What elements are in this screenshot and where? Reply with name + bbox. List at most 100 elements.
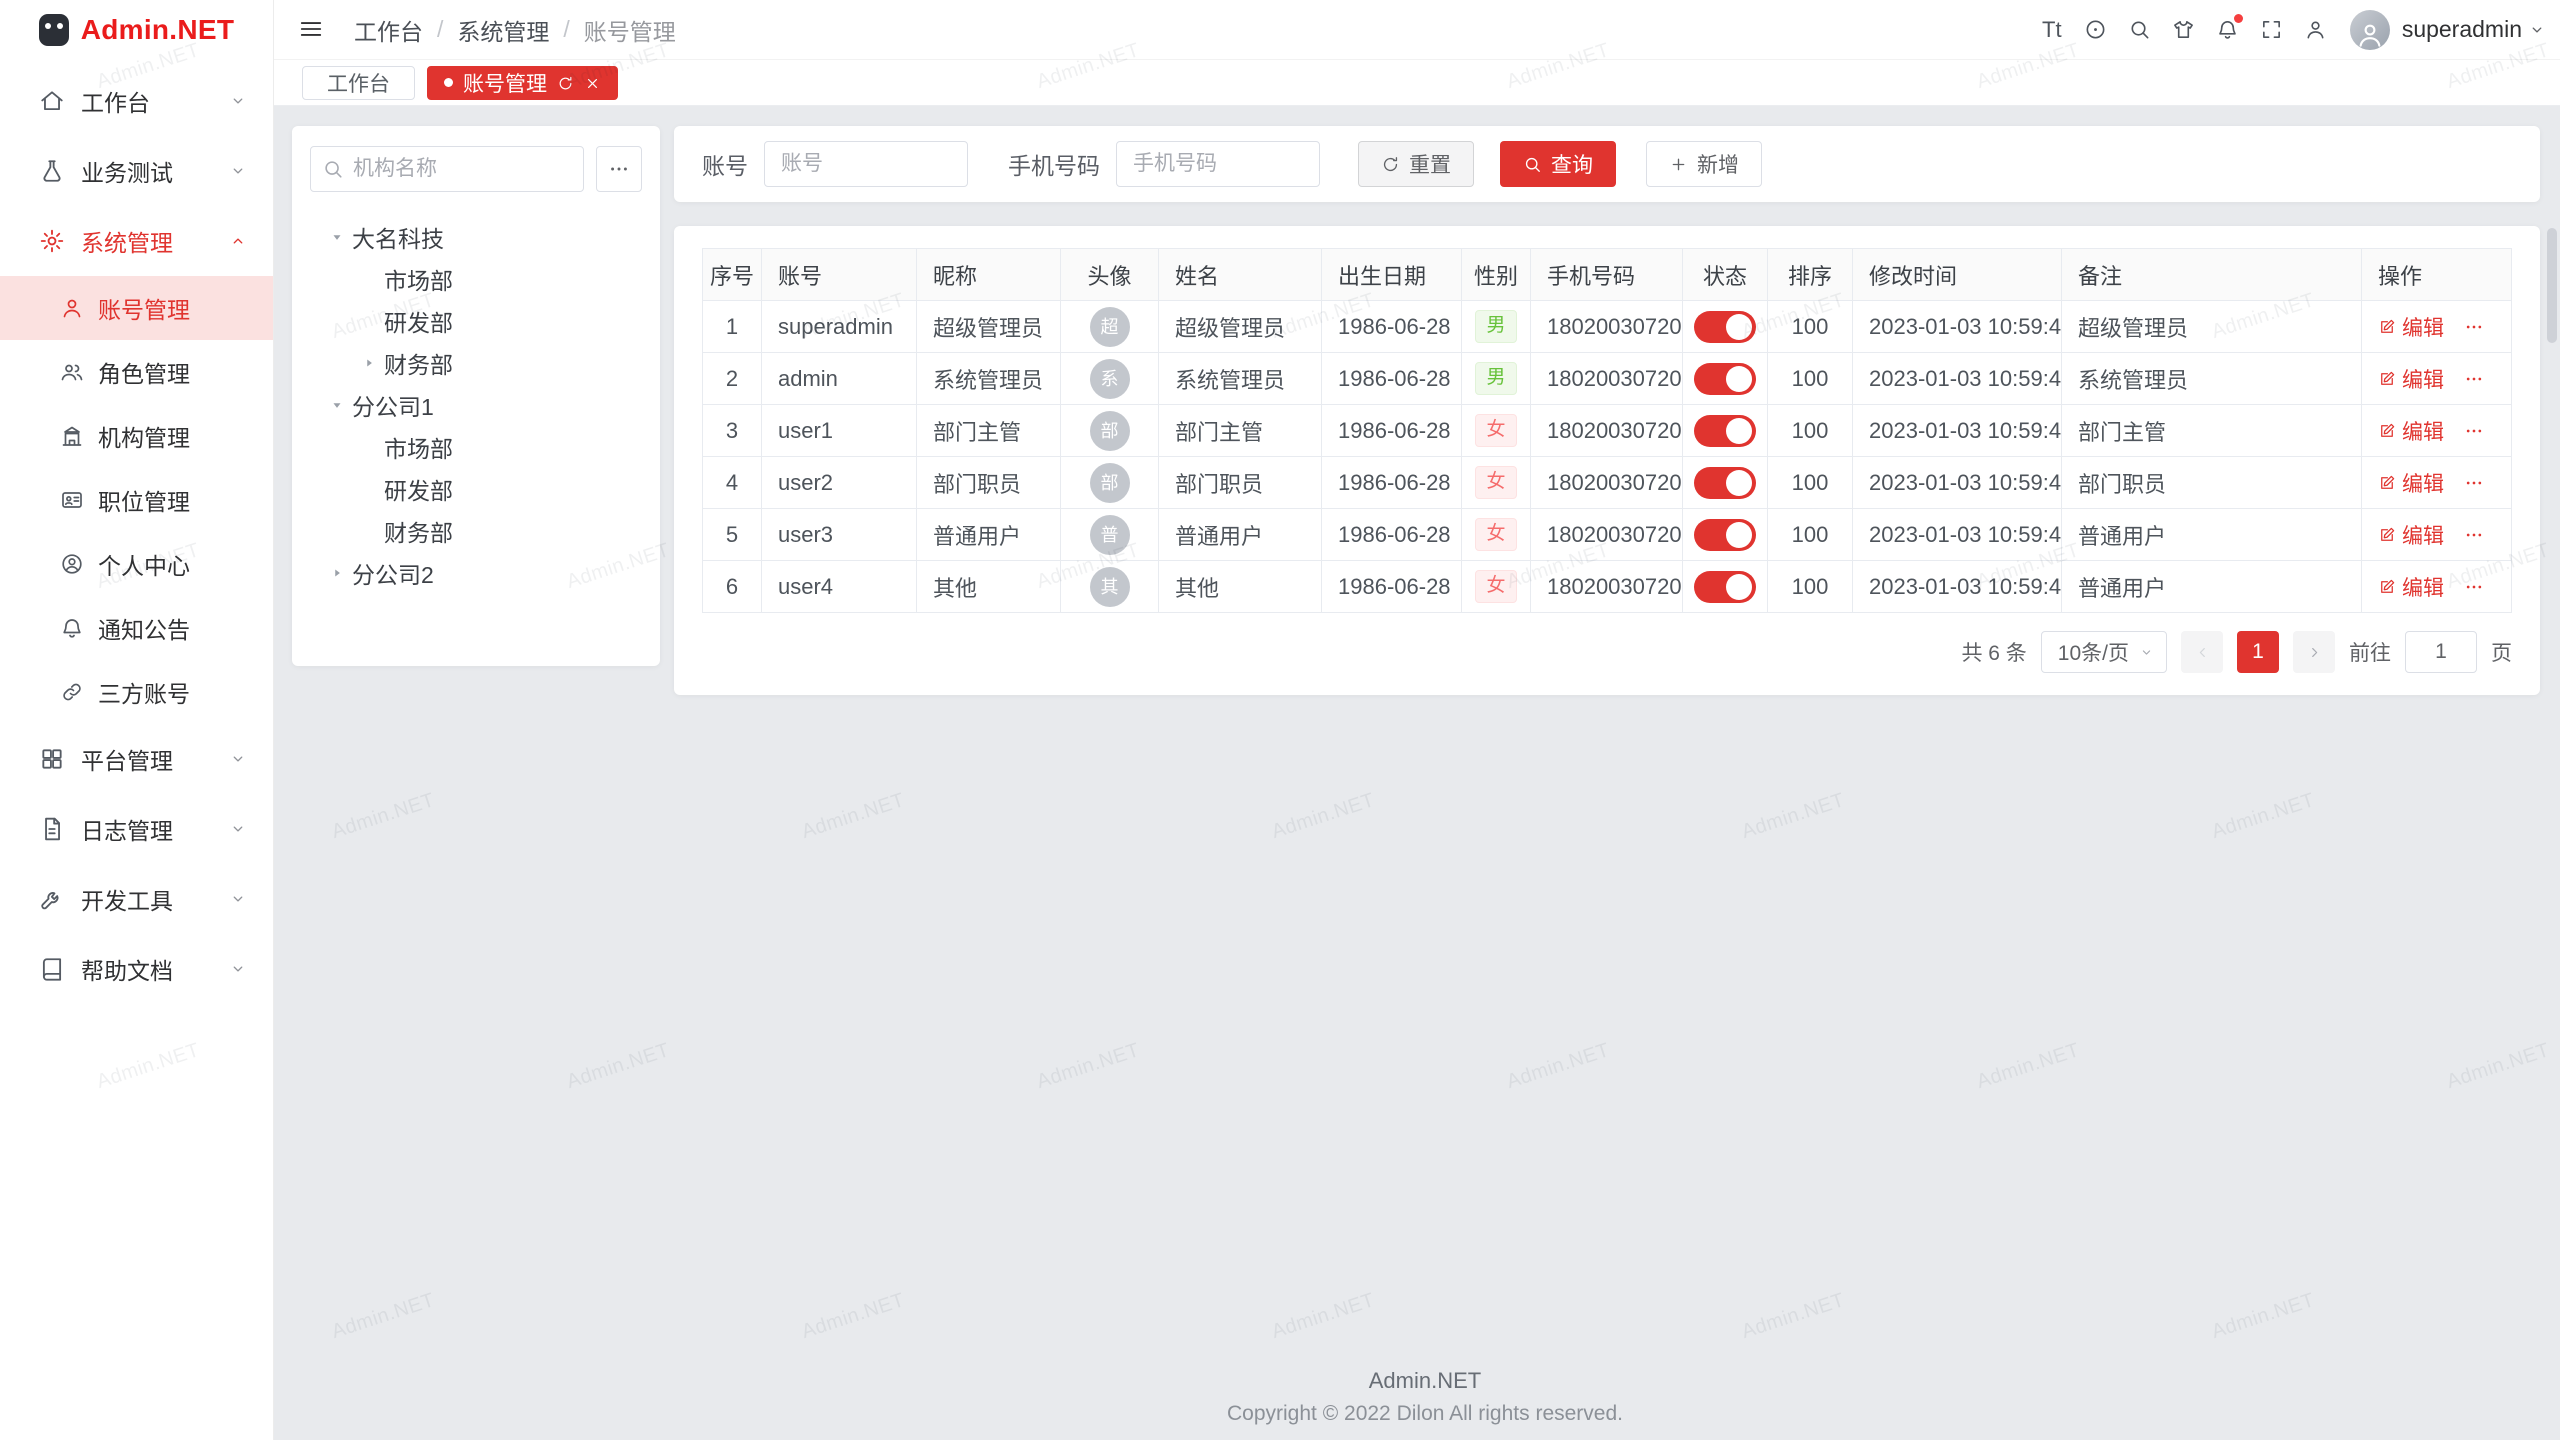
prev-page-button[interactable] <box>2181 631 2223 673</box>
avatar[interactable] <box>2350 10 2390 50</box>
font-size-button[interactable]: Tt <box>2030 0 2074 60</box>
edit-button[interactable]: 编辑 <box>2378 416 2444 446</box>
fullscreen-button[interactable] <box>2250 0 2294 60</box>
tab-1-active[interactable]: 账号管理 <box>427 66 618 100</box>
tree-node[interactable]: 市场部 <box>310 426 642 468</box>
row-more-button[interactable] <box>2464 317 2484 337</box>
logo[interactable]: Admin.NET <box>0 0 273 60</box>
sidebar-item-label: 平台管理 <box>81 742 173 776</box>
chevron-down-icon <box>2528 21 2546 39</box>
username[interactable]: superadmin <box>2402 16 2522 43</box>
add-button[interactable]: 新增 <box>1646 141 1762 187</box>
menu-collapse-button[interactable] <box>298 16 326 44</box>
sidebar-item-gear[interactable]: 系统管理 <box>0 206 273 276</box>
tree-caret-icon[interactable] <box>322 561 352 585</box>
sidebar-item-log[interactable]: 日志管理 <box>0 794 273 864</box>
caret-placeholder <box>354 477 384 501</box>
row-more-button[interactable] <box>2464 421 2484 441</box>
tree-node[interactable]: 市场部 <box>310 258 642 300</box>
status-toggle[interactable] <box>1694 467 1756 499</box>
org-search-input[interactable] <box>310 146 584 192</box>
breadcrumb-item[interactable]: 工作台 <box>354 13 423 47</box>
table-row: 2admin系统管理员系系统管理员1986-06-28男180200307201… <box>703 353 2512 405</box>
tree-caret-icon[interactable] <box>322 225 352 249</box>
page-size-select[interactable]: 10条/页 <box>2041 631 2167 673</box>
edit-button[interactable]: 编辑 <box>2378 572 2444 602</box>
chevdown-icon <box>2528 21 2546 39</box>
sidebar-subitem-idcard[interactable]: 职位管理 <box>0 468 273 532</box>
table-header-row: 序号账号昵称头像姓名出生日期性别手机号码状态排序修改时间备注操作 <box>703 249 2512 301</box>
status-toggle[interactable] <box>1694 415 1756 447</box>
main-area: 工作台/系统管理/账号管理 Tt superadmin 工作台账号管理 <box>274 0 2560 1440</box>
sidebar-subitem-link[interactable]: 三方账号 <box>0 660 273 724</box>
row-more-button[interactable] <box>2464 525 2484 545</box>
layout-config-button[interactable] <box>2074 0 2118 60</box>
edit-button-label: 编辑 <box>2402 364 2444 394</box>
sidebar-subitem-bell[interactable]: 通知公告 <box>0 596 273 660</box>
sidebar-subitem-user[interactable]: 账号管理 <box>0 276 273 340</box>
tree-node[interactable]: 分公司1 <box>310 384 642 426</box>
edit-button[interactable]: 编辑 <box>2378 364 2444 394</box>
tree-caret-icon[interactable] <box>354 351 384 375</box>
goto-page-input[interactable] <box>2405 631 2477 673</box>
row-more-button[interactable] <box>2464 577 2484 597</box>
caret-placeholder <box>354 267 384 291</box>
status-toggle[interactable] <box>1694 519 1756 551</box>
dots-icon <box>2464 473 2484 493</box>
sidebar-item-grid[interactable]: 平台管理 <box>0 724 273 794</box>
submenu: 账号管理角色管理机构管理职位管理个人中心通知公告三方账号 <box>0 276 273 724</box>
status-toggle[interactable] <box>1694 363 1756 395</box>
tab-0[interactable]: 工作台 <box>302 66 415 100</box>
cell-nickname: 超级管理员 <box>917 301 1061 353</box>
sidebar-subitem-org[interactable]: 机构管理 <box>0 404 273 468</box>
sidebar-item-tools[interactable]: 开发工具 <box>0 864 273 934</box>
profile-shortcut-button[interactable] <box>2294 0 2338 60</box>
tree-node[interactable]: 财务部 <box>310 510 642 552</box>
table-row: 6user4其他其其他1986-06-28女180200307201002023… <box>703 561 2512 613</box>
sidebar-subitem-profile[interactable]: 个人中心 <box>0 532 273 596</box>
cell-nickname: 系统管理员 <box>917 353 1061 405</box>
breadcrumb-item[interactable]: 系统管理 <box>457 13 549 47</box>
theme-skin-button[interactable] <box>2162 0 2206 60</box>
reset-button[interactable]: 重置 <box>1358 141 1474 187</box>
cell-order: 100 <box>1768 301 1853 353</box>
tree-node[interactable]: 研发部 <box>310 468 642 510</box>
account-input[interactable] <box>764 141 968 187</box>
next-page-button[interactable] <box>2293 631 2335 673</box>
status-toggle[interactable] <box>1694 311 1756 343</box>
dots-icon <box>608 158 630 180</box>
edit-button[interactable]: 编辑 <box>2378 312 2444 342</box>
pagination-total: 共 6 条 <box>1961 637 2026 667</box>
cell-remark: 普通用户 <box>2062 561 2362 613</box>
breadcrumb-item[interactable]: 账号管理 <box>584 13 676 47</box>
phone-input[interactable] <box>1116 141 1320 187</box>
cell-no: 3 <box>703 405 762 457</box>
tree-caret-icon[interactable] <box>322 393 352 417</box>
edit-button[interactable]: 编辑 <box>2378 468 2444 498</box>
tab-close-button[interactable] <box>584 74 601 91</box>
row-more-button[interactable] <box>2464 473 2484 493</box>
log-icon <box>39 816 65 842</box>
tree-node[interactable]: 财务部 <box>310 342 642 384</box>
tab-refresh-button[interactable] <box>557 74 574 91</box>
notification-button[interactable] <box>2206 0 2250 60</box>
org-more-button[interactable] <box>596 146 642 192</box>
sidebar-item-flask[interactable]: 业务测试 <box>0 136 273 206</box>
edit-button[interactable]: 编辑 <box>2378 520 2444 550</box>
chevleft-icon <box>2194 644 2211 661</box>
sidebar-item-home[interactable]: 工作台 <box>0 66 273 136</box>
page-number-button[interactable]: 1 <box>2237 631 2279 673</box>
tree-node[interactable]: 分公司2 <box>310 552 642 594</box>
query-submit-button[interactable]: 查询 <box>1500 141 1616 187</box>
tree-node[interactable]: 研发部 <box>310 300 642 342</box>
logo-icon <box>39 14 69 46</box>
sidebar-item-book[interactable]: 帮助文档 <box>0 934 273 1004</box>
header-search-button[interactable] <box>2118 0 2162 60</box>
edit-button-label: 编辑 <box>2402 572 2444 602</box>
breadcrumb: 工作台/系统管理/账号管理 <box>354 13 676 47</box>
sidebar-subitem-role[interactable]: 角色管理 <box>0 340 273 404</box>
status-toggle[interactable] <box>1694 571 1756 603</box>
scrollbar-thumb[interactable] <box>2547 228 2557 343</box>
tree-node[interactable]: 大名科技 <box>310 216 642 258</box>
row-more-button[interactable] <box>2464 369 2484 389</box>
